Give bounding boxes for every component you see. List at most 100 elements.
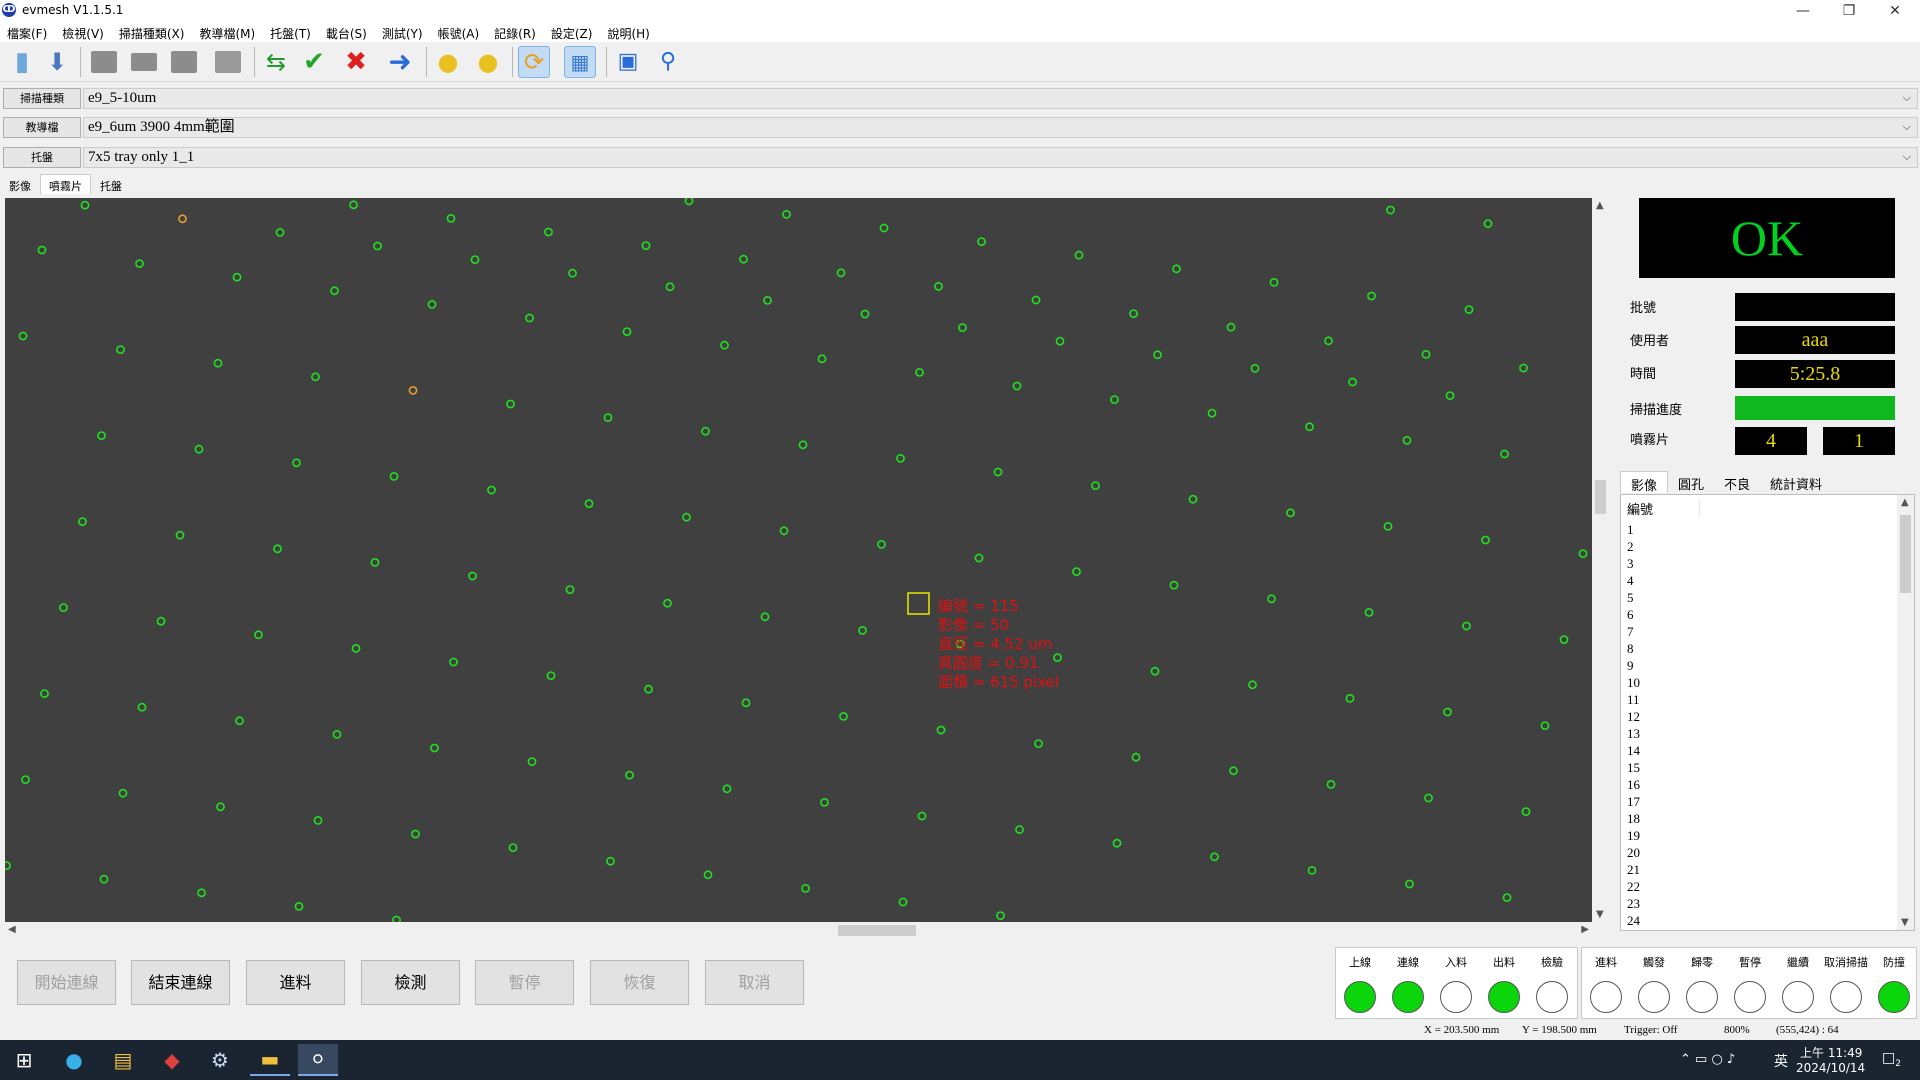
horizontal-scroll-thumb[interactable] [838, 925, 916, 936]
teach-file-select[interactable]: e9_6um 3900 4mm範圍 ⌵ [83, 117, 1918, 138]
scan-type-label[interactable]: 掃描種類 [3, 88, 81, 109]
lamp-icon[interactable]: ● [472, 46, 504, 78]
list-item[interactable]: 20 [1627, 844, 1640, 861]
scan-type-select[interactable]: e9_5-10um ⌵ [83, 88, 1918, 109]
feed-button[interactable]: 進料 [246, 960, 345, 1005]
open-file-icon[interactable]: ▮ [6, 46, 38, 78]
file-explorer-icon[interactable]: ▤ [103, 1044, 143, 1076]
clock-time[interactable]: 上午 11:49 [1800, 1044, 1862, 1061]
list-item[interactable]: 1 [1627, 521, 1640, 538]
clock-date[interactable]: 2024/10/14 [1796, 1061, 1865, 1075]
tab-spray-sheet[interactable]: 噴霧片 [40, 174, 91, 194]
canvas-horizontal-scrollbar[interactable]: ◀ ▶ [5, 922, 1592, 939]
image-list[interactable]: 編號 1 2 3 4 5 6 7 8 9 10 11 12 13 14 15 16 17 18 19 20 21 22 23… [1620, 494, 1915, 931]
list-item[interactable]: 22 [1627, 878, 1640, 895]
menu-record[interactable]: 記錄(R) [487, 22, 544, 42]
app-icon-2[interactable]: ⚙ [200, 1044, 240, 1076]
menu-account[interactable]: 帳號(A) [431, 22, 488, 42]
edge-browser-icon[interactable]: ● [54, 1044, 94, 1076]
tab-statistics[interactable]: 統計資料 [1760, 471, 1832, 493]
list-item[interactable]: 8 [1627, 640, 1640, 657]
menu-file[interactable]: 檔案(F) [0, 22, 55, 42]
list-item[interactable]: 10 [1627, 674, 1640, 691]
tray-label[interactable]: 托盤 [3, 147, 81, 168]
list-item[interactable]: 4 [1627, 572, 1640, 589]
check-icon[interactable]: ✔ [298, 46, 330, 78]
cancel-button[interactable]: 取消 [705, 960, 804, 1005]
windows-start-icon[interactable]: ⊞ [4, 1044, 44, 1076]
image-icon[interactable]: ▣ [612, 46, 644, 78]
list-item[interactable]: 9 [1627, 657, 1640, 674]
list-header-number[interactable]: 編號 [1623, 499, 1700, 518]
network-icon[interactable]: ▦ [564, 46, 596, 78]
end-online-button[interactable]: 結束連線 [131, 960, 230, 1005]
tray-slot-icon[interactable] [168, 46, 200, 78]
scroll-right-icon[interactable]: ▶ [1581, 924, 1589, 935]
restore-button[interactable]: ❐ [1826, 0, 1872, 22]
rotate-icon[interactable]: ⟳ [518, 46, 550, 78]
tray-icons[interactable]: ⌃ ▭ ○ ♪ [1680, 1052, 1735, 1067]
app-icon-3[interactable]: ▬ [250, 1044, 290, 1076]
menu-help[interactable]: 說明(H) [600, 22, 657, 42]
list-item[interactable]: 3 [1627, 555, 1640, 572]
tab-image-list[interactable]: 影像 [1620, 471, 1669, 494]
list-item[interactable]: 14 [1627, 742, 1640, 759]
evmesh-taskbar-icon[interactable]: ⚪ [298, 1044, 338, 1076]
list-item[interactable]: 16 [1627, 776, 1640, 793]
notification-icon[interactable]: □2 [1882, 1050, 1901, 1069]
image-canvas[interactable] [5, 198, 1592, 922]
list-item[interactable]: 15 [1627, 759, 1640, 776]
list-item[interactable]: 5 [1627, 589, 1640, 606]
cancel-icon[interactable]: ✖ [340, 46, 372, 78]
menu-tray[interactable]: 托盤(T) [263, 22, 319, 42]
list-item[interactable]: 19 [1627, 827, 1640, 844]
tab-defects[interactable]: 不良 [1714, 471, 1760, 493]
start-online-button[interactable]: 開始連線 [17, 960, 116, 1005]
list-scroll-thumb[interactable] [1900, 515, 1911, 593]
tray-full-icon[interactable] [88, 46, 120, 78]
menu-stage[interactable]: 載台(S) [319, 22, 375, 42]
save-file-icon[interactable]: ⬇ [41, 46, 73, 78]
list-item[interactable]: 7 [1627, 623, 1640, 640]
teach-file-label[interactable]: 教導檔 [3, 117, 81, 138]
minimize-button[interactable]: — [1780, 0, 1826, 22]
list-item[interactable]: 21 [1627, 861, 1640, 878]
list-item[interactable]: 11 [1627, 691, 1640, 708]
lightbulb-icon[interactable]: ● [432, 46, 464, 78]
app-icon-1[interactable]: ◆ [152, 1044, 192, 1076]
tray-half-icon[interactable] [128, 46, 160, 78]
list-item[interactable]: 6 [1627, 606, 1640, 623]
list-item[interactable]: 13 [1627, 725, 1640, 742]
scroll-down-icon[interactable]: ▼ [1901, 917, 1909, 928]
grid-icon[interactable] [212, 46, 244, 78]
scroll-left-icon[interactable]: ◀ [8, 924, 16, 935]
menu-view[interactable]: 檢視(V) [55, 22, 112, 42]
tray-select[interactable]: 7x5 tray only 1_1 ⌵ [83, 147, 1918, 168]
list-item[interactable]: 17 [1627, 793, 1640, 810]
magnifier-icon[interactable]: ⚲ [652, 46, 684, 78]
resume-button[interactable]: 恢復 [590, 960, 689, 1005]
menu-teach-file[interactable]: 教導檔(M) [192, 22, 263, 42]
menu-scan-type[interactable]: 掃描種類(X) [112, 22, 193, 42]
list-item[interactable]: 24 [1627, 912, 1640, 929]
inspect-button[interactable]: 檢測 [361, 960, 460, 1005]
pause-button[interactable]: 暫停 [475, 960, 574, 1005]
ime-indicator[interactable]: 英 [1774, 1051, 1788, 1071]
next-arrow-icon[interactable]: ➜ [384, 46, 416, 78]
tab-image[interactable]: 影像 [0, 174, 40, 194]
list-item[interactable]: 18 [1627, 810, 1640, 827]
scroll-up-icon[interactable]: ▲ [1596, 200, 1604, 211]
list-item[interactable]: 12 [1627, 708, 1640, 725]
scroll-up-icon[interactable]: ▲ [1901, 497, 1909, 508]
list-scrollbar[interactable]: ▲ ▼ [1897, 495, 1914, 930]
list-item[interactable]: 23 [1627, 895, 1640, 912]
close-button[interactable]: ✕ [1872, 0, 1918, 22]
vertical-scroll-thumb[interactable] [1595, 480, 1606, 514]
canvas-vertical-scrollbar[interactable]: ▲ ▼ [1592, 198, 1609, 922]
menu-test[interactable]: 測試(Y) [375, 22, 431, 42]
tab-tray[interactable]: 托盤 [91, 174, 131, 194]
list-item[interactable]: 2 [1627, 538, 1640, 555]
menu-settings[interactable]: 設定(Z) [544, 22, 601, 42]
tab-holes[interactable]: 圓孔 [1668, 471, 1714, 493]
swap-icon[interactable]: ⇆ [260, 46, 292, 78]
